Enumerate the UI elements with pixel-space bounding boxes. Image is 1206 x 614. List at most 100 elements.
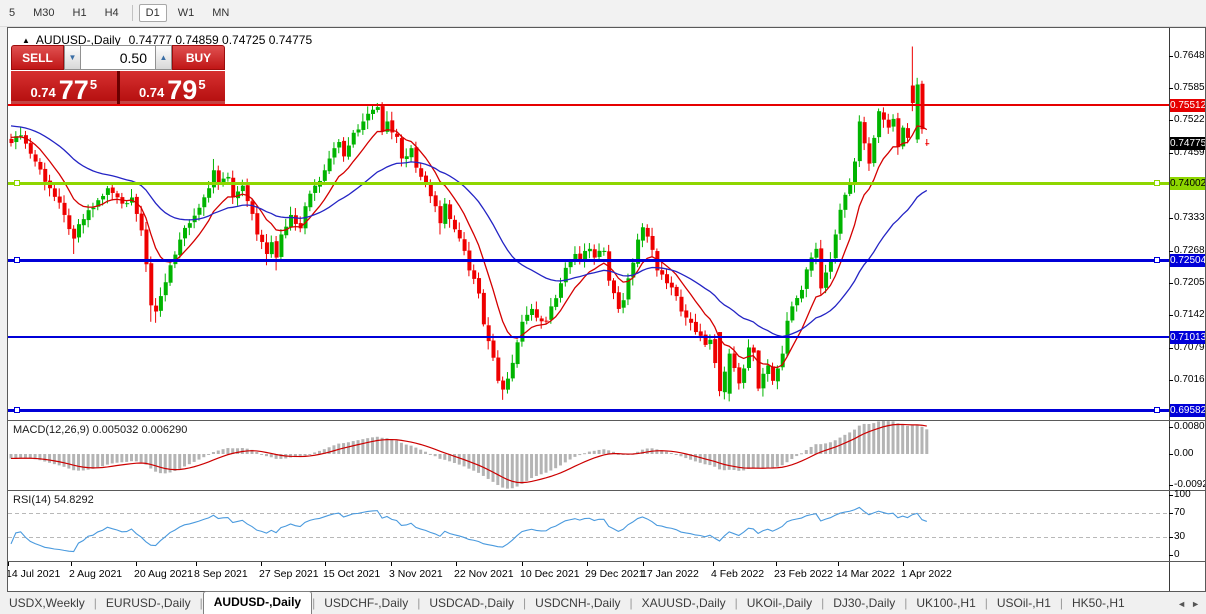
date-label: 14 Jul 2021 <box>7 568 61 580</box>
sell-price-big: 77 <box>58 75 89 105</box>
date-tick <box>261 562 262 566</box>
date-label: 2 Aug 2021 <box>69 568 123 580</box>
rsi-tick-0: 0 <box>1174 549 1180 560</box>
symbol-tab-bar: USDX,Weekly | EURUSD-,Daily | AUDUSD-,Daily |… <box>0 591 1206 614</box>
symbol-tab-usdcnh-daily[interactable]: USDCNH-,Daily <box>526 593 629 614</box>
symbol-tab-usoil-h1[interactable]: USOil-,H1 <box>988 593 1060 614</box>
level-line-handle[interactable] <box>14 180 20 186</box>
level-line-0.71013[interactable] <box>8 336 1169 338</box>
level-price-label-0.75512: 0.75512 <box>1170 99 1206 112</box>
date-tick <box>136 562 137 566</box>
level-line-handle[interactable] <box>1154 407 1160 413</box>
date-label: 3 Nov 2021 <box>389 568 443 580</box>
axis-tick <box>1169 427 1173 428</box>
sell-button[interactable]: SELL <box>11 45 64 70</box>
sell-price-sup: 5 <box>89 77 98 92</box>
pane-separator-rsi[interactable] <box>8 490 1205 491</box>
rsi-label: RSI(14) 54.8292 <box>13 494 94 506</box>
rsi-tick-30: 30 <box>1174 531 1186 542</box>
tab-scroll-right-icon[interactable]: ► <box>1191 599 1200 609</box>
timeframe-button-H4[interactable]: H4 <box>98 4 126 22</box>
axis-tick <box>1169 380 1173 381</box>
level-price-label-0.69582: 0.69582 <box>1170 404 1206 417</box>
pane-separator-macd[interactable] <box>8 420 1205 421</box>
level-line-handle[interactable] <box>1154 257 1160 263</box>
level-line-handle[interactable] <box>14 257 20 263</box>
symbol-tab-audusd-daily[interactable]: AUDUSD-,Daily <box>202 591 313 614</box>
buy-button[interactable]: BUY <box>172 45 225 70</box>
timeframe-button-M30[interactable]: M30 <box>26 4 61 22</box>
axis-tick <box>1169 153 1173 154</box>
date-tick <box>838 562 839 566</box>
toolbar-separator <box>131 5 133 21</box>
macd-tick-0.00: 0.00 <box>1174 448 1194 459</box>
axis-tick <box>1169 88 1173 89</box>
date-tick <box>903 562 904 566</box>
level-price-label-0.72504: 0.72504 <box>1170 254 1206 267</box>
date-label: 27 Sep 2021 <box>259 568 319 580</box>
timeframe-button-5[interactable]: 5 <box>2 4 22 22</box>
level-line-0.72504[interactable] <box>8 259 1169 262</box>
macd-tick-0.00806: 0.00806 <box>1174 421 1205 432</box>
axis-tick <box>1169 485 1173 486</box>
trading-platform-window: 5 M30 H1 H4 D1 W1 MN ▲ AUDUSD-,Daily 0.74777 0.7… <box>0 0 1206 614</box>
level-line-handle[interactable] <box>1154 180 1160 186</box>
symbol-tab-dj30-daily[interactable]: DJ30-,Daily <box>824 593 904 614</box>
date-tick <box>776 562 777 566</box>
buy-price-small: 0.74 <box>138 85 165 100</box>
tab-scroll-left-icon[interactable]: ◄ <box>1177 599 1186 609</box>
pane-separator-dates <box>8 561 1205 562</box>
timeframe-toolbar: 5 M30 H1 H4 D1 W1 MN <box>0 0 1206 27</box>
price-tick-0.73330: 0.73330 <box>1174 212 1205 223</box>
level-line-handle[interactable] <box>14 407 20 413</box>
spin-up-icon: ▲ <box>159 53 168 62</box>
symbol-tab-ukoil-daily[interactable]: UKOil-,Daily <box>738 593 821 614</box>
date-tick <box>456 562 457 566</box>
timeframe-button-MN[interactable]: MN <box>205 4 236 22</box>
volume-decrease-button[interactable]: ▼ <box>64 45 81 70</box>
axis-tick <box>1169 513 1173 514</box>
date-tick <box>391 562 392 566</box>
symbol-tab-xauusd-daily[interactable]: XAUUSD-,Daily <box>633 593 735 614</box>
axis-separator <box>1169 28 1170 591</box>
level-price-label-0.71013: 0.71013 <box>1170 331 1206 344</box>
rsi-indicator-chart[interactable] <box>8 491 1169 561</box>
sell-price-display[interactable]: 0.74 77 5 <box>11 71 117 104</box>
price-tick-0.71425: 0.71425 <box>1174 309 1205 320</box>
level-line-0.69582[interactable] <box>8 409 1169 412</box>
level-line-0.74002[interactable] <box>8 182 1169 185</box>
collapse-triangle-icon[interactable]: ▲ <box>22 36 30 45</box>
timeframe-button-D1[interactable]: D1 <box>138 4 167 22</box>
date-tick <box>8 562 9 566</box>
timeframe-button-H1[interactable]: H1 <box>66 4 94 22</box>
axis-tick <box>1169 251 1173 252</box>
buy-price-display[interactable]: 0.74 79 5 <box>119 71 225 104</box>
chart-window: ▲ AUDUSD-,Daily 0.74777 0.74859 0.74725 0.… <box>7 27 1206 592</box>
axis-tick <box>1169 454 1173 455</box>
buy-price-sup: 5 <box>198 77 206 92</box>
symbol-tab-usdcad-daily[interactable]: USDCAD-,Daily <box>420 593 523 614</box>
spin-down-icon: ▼ <box>68 53 77 62</box>
symbol-tab-hk50-h1[interactable]: HK50-,H1 <box>1063 593 1134 614</box>
price-tick-0.75850: 0.75850 <box>1174 82 1205 93</box>
rsi-tick-100: 100 <box>1174 489 1191 500</box>
timeframe-button-W1[interactable]: W1 <box>171 4 202 22</box>
axis-tick <box>1169 120 1173 121</box>
date-tick <box>713 562 714 566</box>
price-tick-0.72055: 0.72055 <box>1174 277 1205 288</box>
date-label: 4 Feb 2022 <box>711 568 765 580</box>
date-label: 10 Dec 2021 <box>520 568 580 580</box>
symbol-tab-eurusd-daily[interactable]: EURUSD-,Daily <box>97 593 200 614</box>
date-tick <box>587 562 588 566</box>
date-label: 15 Oct 2021 <box>323 568 381 580</box>
axis-tick <box>1169 218 1173 219</box>
date-label: 23 Feb 2022 <box>774 568 833 580</box>
symbol-tab-uk100-h1[interactable]: UK100-,H1 <box>907 593 984 614</box>
price-tick-0.70165: 0.70165 <box>1174 374 1205 385</box>
volume-increase-button[interactable]: ▲ <box>155 45 172 70</box>
axis-tick <box>1169 495 1173 496</box>
symbol-tab-usdx-weekly[interactable]: USDX,Weekly <box>0 593 94 614</box>
date-tick <box>325 562 326 566</box>
symbol-tab-usdchf-daily[interactable]: USDCHF-,Daily <box>315 593 417 614</box>
volume-input[interactable]: 0.50 <box>81 45 155 70</box>
